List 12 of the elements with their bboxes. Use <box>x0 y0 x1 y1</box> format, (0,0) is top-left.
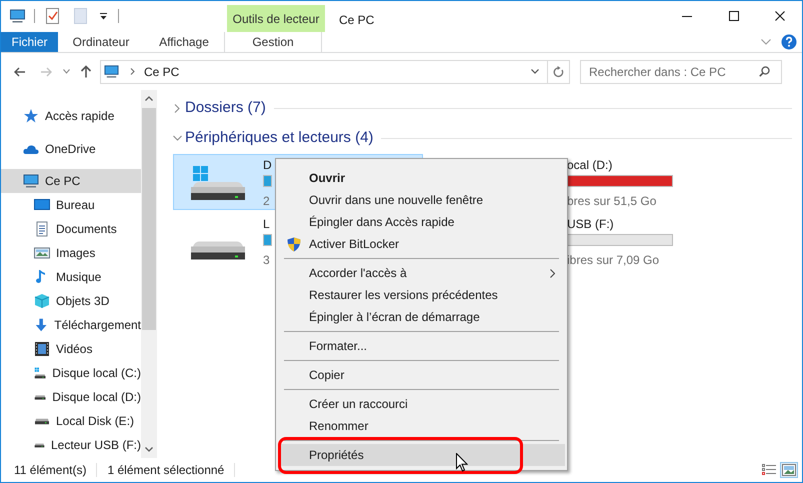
selection-count: 1 élément sélectionné <box>107 462 224 479</box>
drive-name: D <box>263 158 272 173</box>
drive-name: ocal (D:) <box>567 158 614 173</box>
window-title: Ce PC <box>339 12 374 29</box>
item-count: 11 élément(s) <box>14 462 86 479</box>
drive-info: ibres sur 7,09 Go <box>567 252 660 269</box>
drive-name: USB (F:) <box>567 217 615 232</box>
drive-info: 3 <box>263 252 271 269</box>
drive-info: 2 <box>263 193 271 210</box>
drive-name: L <box>263 217 271 232</box>
context-tab-label: Outils de lecteur <box>227 5 325 32</box>
drive-info: bres sur 51,5 Go <box>567 193 658 210</box>
